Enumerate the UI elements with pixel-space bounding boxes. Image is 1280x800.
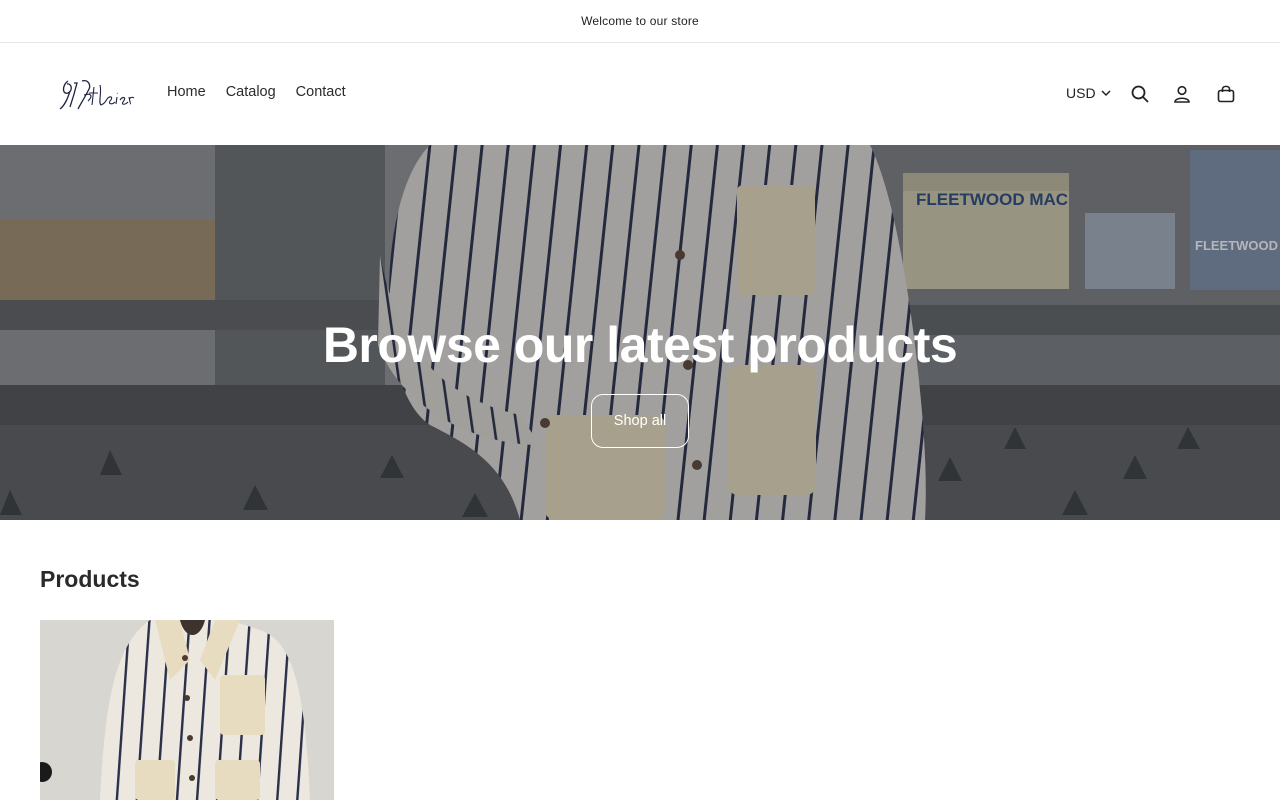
currency-selector[interactable]: USD: [1066, 85, 1112, 101]
account-icon[interactable]: [1171, 83, 1193, 105]
site-header: Home Catalog Contact USD: [0, 43, 1280, 145]
shop-all-button[interactable]: Shop all: [591, 394, 689, 448]
currency-label: USD: [1066, 85, 1096, 101]
hero-banner: FLEETWOOD MAC FLEETWOOD M: [0, 145, 1280, 520]
nav-catalog[interactable]: Catalog: [226, 84, 276, 100]
nav-home[interactable]: Home: [167, 84, 206, 100]
store-logo[interactable]: [58, 71, 136, 117]
nav-contact[interactable]: Contact: [296, 84, 346, 100]
cart-icon[interactable]: [1215, 83, 1237, 105]
product-image: [40, 620, 334, 800]
product-card[interactable]: [40, 620, 334, 800]
hero-title: Browse our latest products: [322, 317, 958, 373]
search-icon[interactable]: [1129, 83, 1151, 105]
chevron-down-icon: [1101, 90, 1111, 97]
products-heading: Products: [40, 566, 140, 592]
announcement-bar: Welcome to our store: [0, 0, 1280, 43]
main-nav: Home Catalog Contact: [167, 84, 346, 100]
logo-wordmark: [59, 79, 135, 110]
announcement-text: Welcome to our store: [581, 14, 699, 28]
